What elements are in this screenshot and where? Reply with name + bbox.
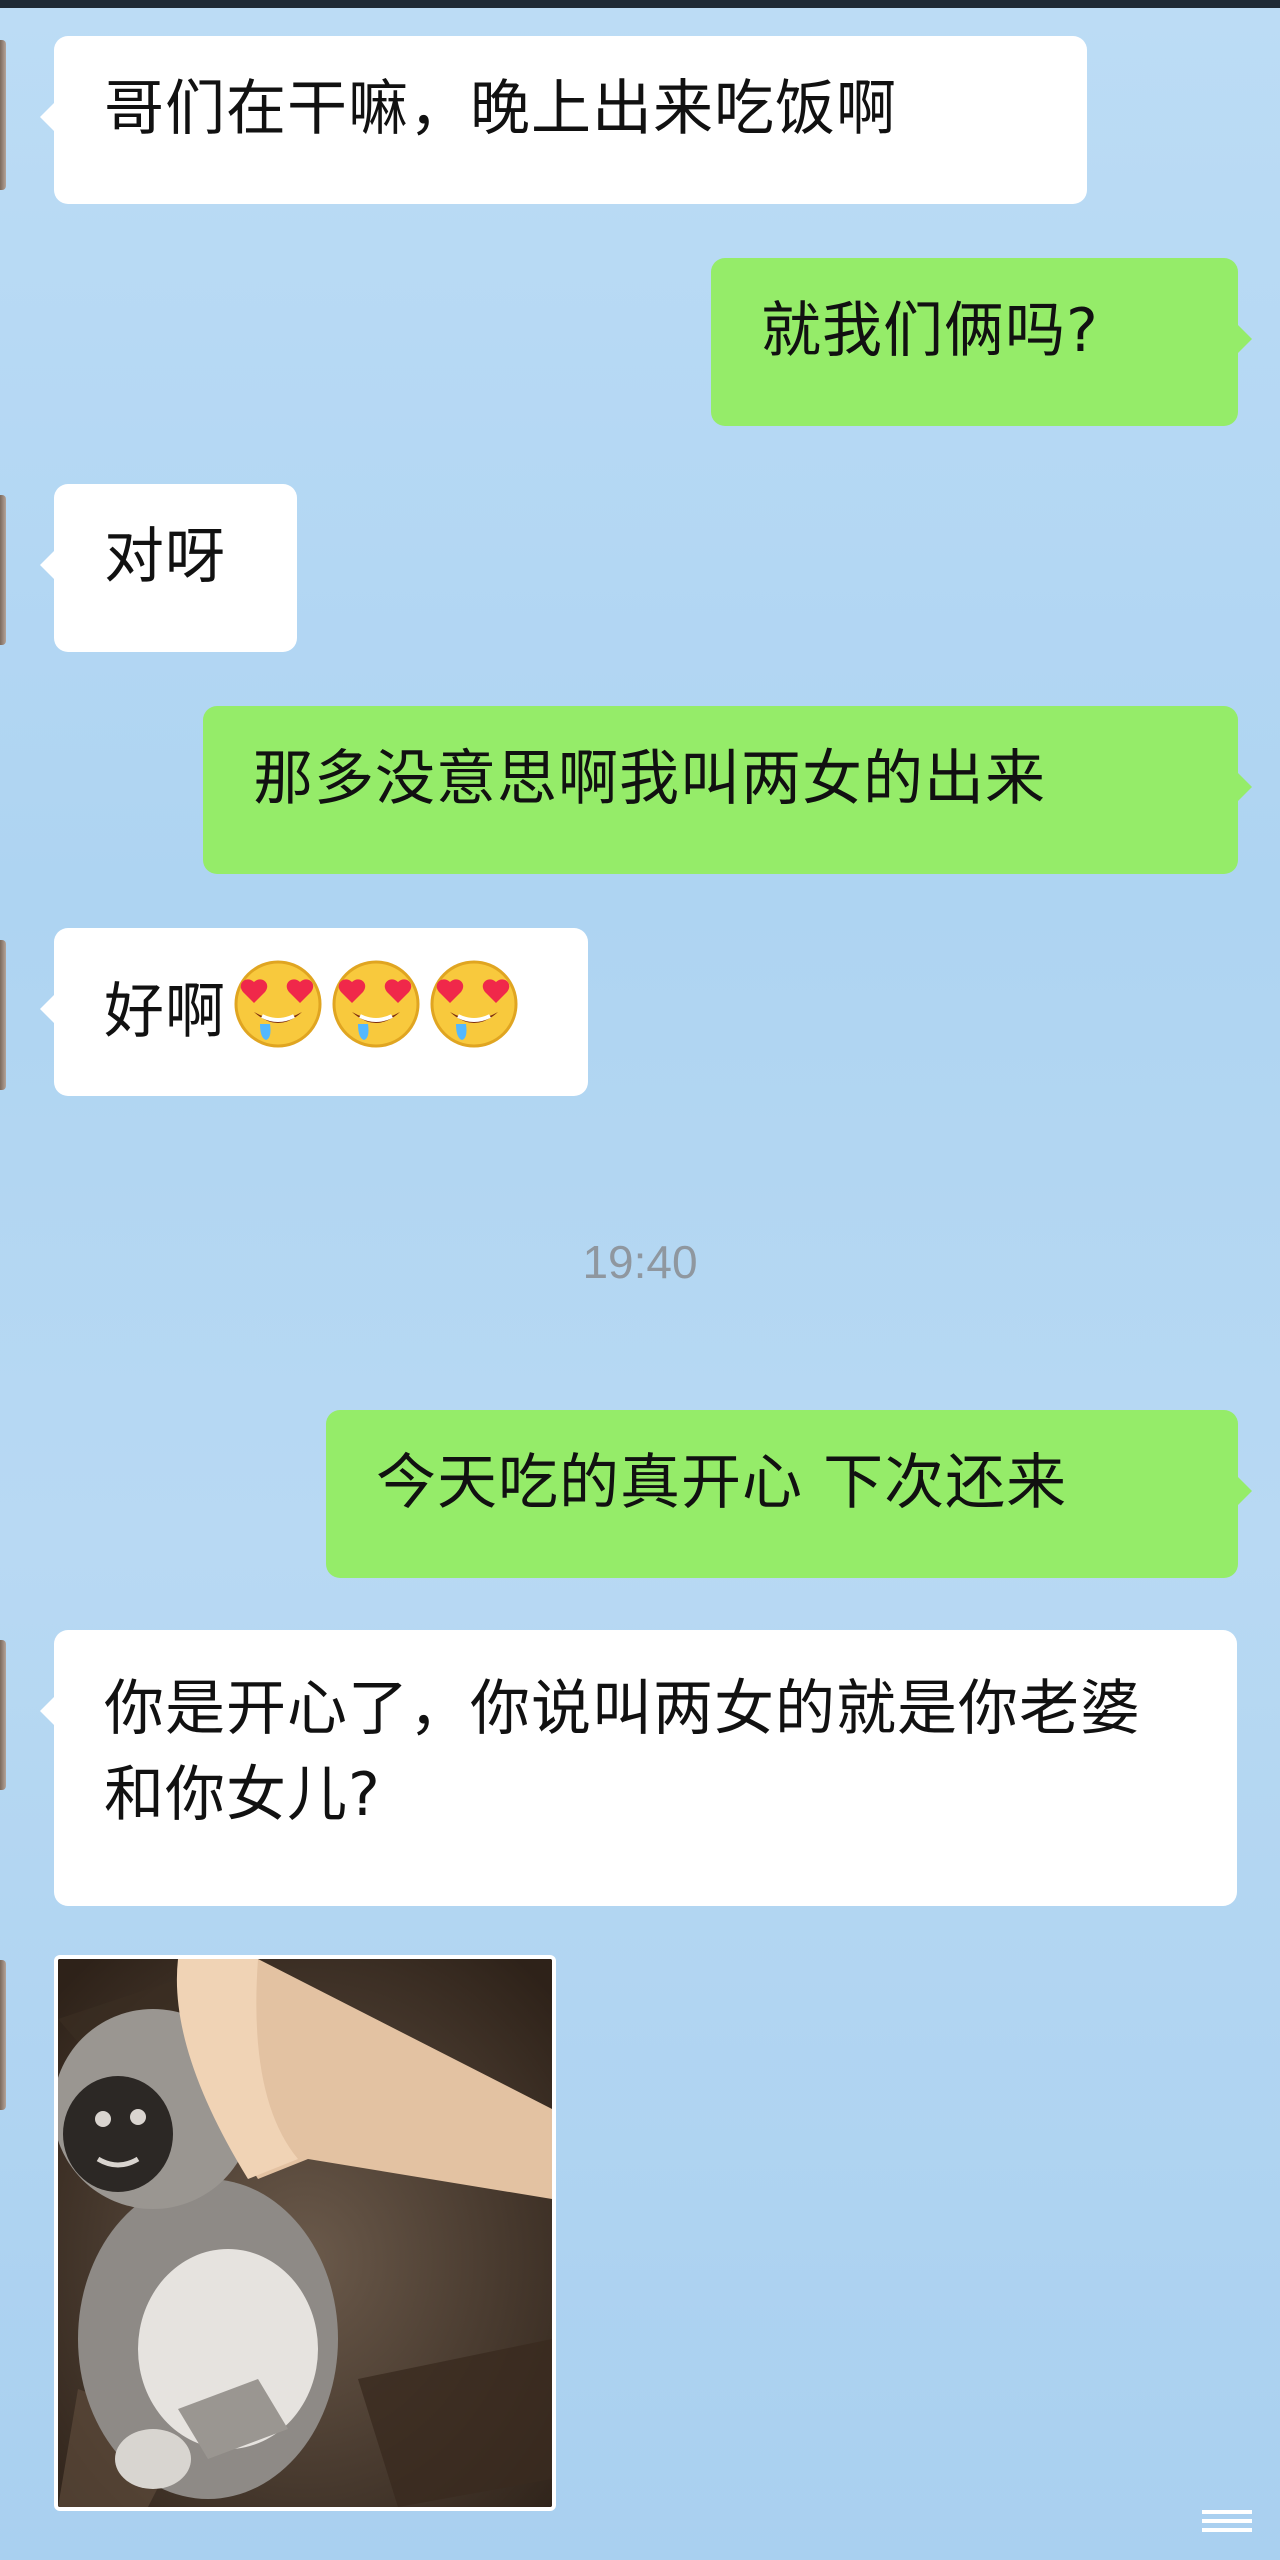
outgoing-message-bubble[interactable]: 那多没意思啊我叫两女的出来 <box>203 706 1252 874</box>
heart-eyes-drool-emoji-icon <box>428 958 520 1073</box>
avatar[interactable] <box>0 940 6 1090</box>
menu-lines-icon <box>1202 2510 1252 2532</box>
message-text: 那多没意思啊我叫两女的出来 <box>253 744 1046 814</box>
message-text: 好啊 <box>104 977 226 1048</box>
message-text: 对呀 <box>104 522 226 592</box>
incoming-message-bubble[interactable]: 对呀 <box>40 484 297 652</box>
top-edge <box>0 0 1280 8</box>
message-text: 你是开心了，你说叫两女的就是你老婆和你女儿? <box>104 1674 1141 1830</box>
sticker-image[interactable] <box>54 1955 556 2511</box>
kicking-monkey-sticker-icon <box>58 1959 552 2507</box>
incoming-message-bubble[interactable]: 哥们在干嘛，晚上出来吃饭啊 <box>40 36 1087 204</box>
message-text: 今天吃的真开心 下次还来 <box>376 1448 1068 1518</box>
avatar[interactable] <box>0 40 6 190</box>
incoming-message-bubble[interactable]: 你是开心了，你说叫两女的就是你老婆和你女儿? <box>40 1630 1237 1906</box>
message-text: 就我们俩吗? <box>761 296 1099 366</box>
outgoing-message-bubble[interactable]: 就我们俩吗? <box>711 258 1252 426</box>
incoming-message-bubble[interactable]: 好啊 <box>40 928 588 1096</box>
heart-eyes-drool-emoji-icon <box>232 958 324 1073</box>
avatar[interactable] <box>0 1640 6 1790</box>
outgoing-message-bubble[interactable]: 今天吃的真开心 下次还来 <box>326 1410 1252 1578</box>
message-text: 哥们在干嘛，晚上出来吃饭啊 <box>104 74 897 144</box>
timestamp: 19:40 <box>582 1236 698 1288</box>
avatar[interactable] <box>0 495 6 645</box>
avatar[interactable] <box>0 1960 6 2110</box>
heart-eyes-drool-emoji-icon <box>330 958 422 1073</box>
